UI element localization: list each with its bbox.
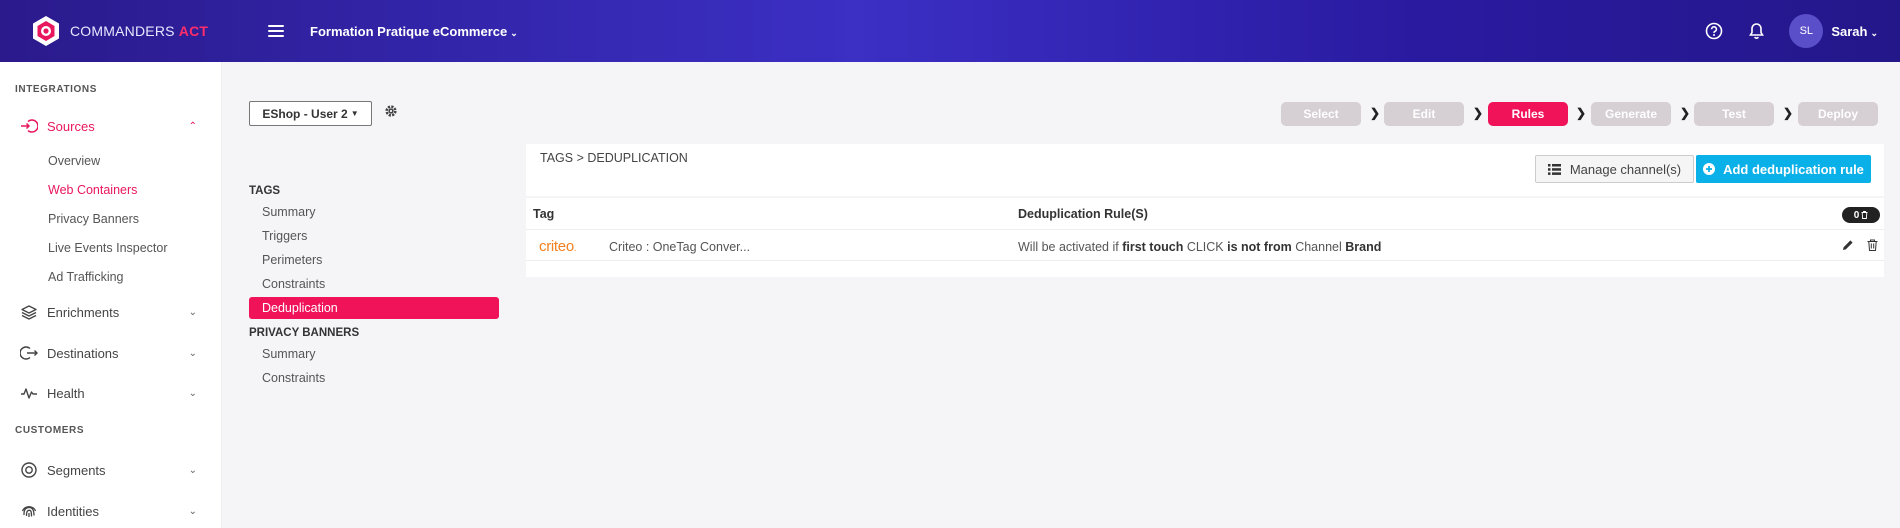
column-header-rule: Deduplication Rule(S) [1018,207,1148,221]
sidebar-item-segments[interactable]: Segments ⌄ [0,458,222,482]
tag-name: Criteo : OneTag Conver... [609,240,751,254]
trash-icon[interactable] [1867,239,1881,253]
step-test[interactable]: Test [1694,102,1774,126]
sidebar: INTEGRATIONS Sources ⌃ Overview Web Cont… [0,62,222,528]
segments-icon [20,461,38,479]
chevron-down-icon: ⌄ [188,347,197,359]
logo-text: COMMANDERS ACT [70,23,209,39]
rule-count: 0 [1853,209,1860,221]
caret-down-icon: ▼ [350,109,359,118]
avatar[interactable]: SL [1789,14,1824,48]
step-rules[interactable]: Rules [1488,102,1568,126]
breadcrumb: TAGS > DEDUPLICATION [540,151,688,165]
sidebar-item-label: Health [47,385,85,401]
sidebar-item-sources[interactable]: Sources ⌃ [0,114,222,138]
logo-icon [30,15,62,47]
add-deduplication-rule-button[interactable]: Add deduplication rule [1696,155,1871,183]
sidebar-item-label: Enrichments [47,304,120,320]
pulse-icon [20,384,38,402]
sidebar-sub-web-containers[interactable]: Web Containers [48,181,137,199]
nav-item-privacy-constraints[interactable]: Constraints [249,367,499,389]
manage-channels-label: Manage channel(s) [1569,161,1682,177]
destinations-icon [20,344,38,362]
nav-item-triggers[interactable]: Triggers [249,225,499,247]
chevron-down-icon: ⌄ [188,306,197,318]
workspace-selector[interactable]: Formation Pratique eCommerce ⌄ [310,24,518,39]
rule-description: Will be activated if first touch CLICK i… [1018,240,1382,254]
sidebar-item-label: Segments [47,462,106,478]
panel-header: TAGS > DEDUPLICATION Manage channel(s) A… [526,144,1884,196]
add-rule-label: Add deduplication rule [1723,161,1864,177]
top-bar: COMMANDERS ACT Formation Pratique eComme… [0,0,1900,62]
user-name: Sarah [1831,23,1868,39]
sidebar-sub-ad-trafficking[interactable]: Ad Trafficking [48,268,124,286]
nav-heading-privacy-banners: PRIVACY BANNERS [249,327,360,339]
sources-icon [20,117,38,135]
table-header: Tag Deduplication Rule(S) 0 [526,198,1884,230]
nav-item-privacy-summary[interactable]: Summary [249,343,499,365]
column-header-tag: Tag [533,207,555,221]
sidebar-item-label: Identities [47,503,100,519]
step-edit[interactable]: Edit [1384,102,1464,126]
nav-item-deduplication[interactable]: Deduplication [249,297,499,319]
chevron-down-icon: ⌄ [510,27,518,38]
chevron-down-icon: ⌄ [188,464,197,476]
menu-icon[interactable] [268,25,284,37]
list-icon [1547,163,1561,175]
gear-icon[interactable] [384,104,398,118]
fingerprint-icon [20,502,38,520]
pencil-icon[interactable] [1842,239,1856,253]
trash-icon [1861,211,1868,219]
chevron-down-icon: ⌄ [188,387,197,399]
sidebar-item-label: Destinations [47,345,119,361]
step-generate[interactable]: Generate [1591,102,1671,126]
bell-icon[interactable] [1745,20,1767,42]
criteo-logo: criteo. [539,238,577,255]
sidebar-sub-live-events-inspector[interactable]: Live Events Inspector [48,239,168,257]
chevron-right-icon: ❯ [1783,106,1794,120]
chevron-up-icon: ⌃ [188,120,197,132]
nav-item-constraints[interactable]: Constraints [249,273,499,295]
user-menu[interactable]: Sarah ⌄ [1831,24,1878,39]
container-select[interactable]: EShop - User 2 ▼ [249,101,372,126]
rule-count-badge: 0 [1842,207,1880,223]
chevron-right-icon: ❯ [1473,106,1484,120]
step-deploy[interactable]: Deploy [1798,102,1878,126]
step-select[interactable]: Select [1281,102,1361,126]
sidebar-item-label: Sources [47,118,95,134]
chevron-right-icon: ❯ [1370,106,1381,120]
table-row[interactable]: criteo. Criteo : OneTag Conver... Will b… [526,231,1884,261]
sidebar-sub-overview[interactable]: Overview [48,152,100,170]
workspace-label: Formation Pratique eCommerce [310,23,508,39]
nav-item-perimeters[interactable]: Perimeters [249,249,499,271]
nav-heading-tags: TAGS [249,185,281,197]
container-select-value: EShop - User 2 [262,106,348,121]
layers-icon [20,303,38,321]
app-logo[interactable]: COMMANDERS ACT [30,15,230,47]
chevron-down-icon: ⌄ [188,505,197,517]
section-integrations: INTEGRATIONS [15,84,98,95]
sidebar-item-identities[interactable]: Identities ⌄ [0,499,222,523]
chevron-right-icon: ❯ [1680,106,1691,120]
sidebar-item-destinations[interactable]: Destinations ⌄ [0,341,222,365]
sidebar-item-enrichments[interactable]: Enrichments ⌄ [0,300,222,324]
chevron-right-icon: ❯ [1576,106,1587,120]
chevron-down-icon: ⌄ [1870,27,1878,38]
plus-circle-icon [1703,163,1716,175]
help-icon[interactable] [1703,20,1725,42]
sidebar-item-health[interactable]: Health ⌄ [0,381,222,405]
section-customers: CUSTOMERS [15,425,85,436]
deduplication-table: Tag Deduplication Rule(S) 0 criteo. Crit… [526,198,1884,277]
nav-item-summary[interactable]: Summary [249,201,499,223]
sidebar-sub-privacy-banners[interactable]: Privacy Banners [48,210,139,228]
manage-channels-button[interactable]: Manage channel(s) [1535,155,1694,183]
